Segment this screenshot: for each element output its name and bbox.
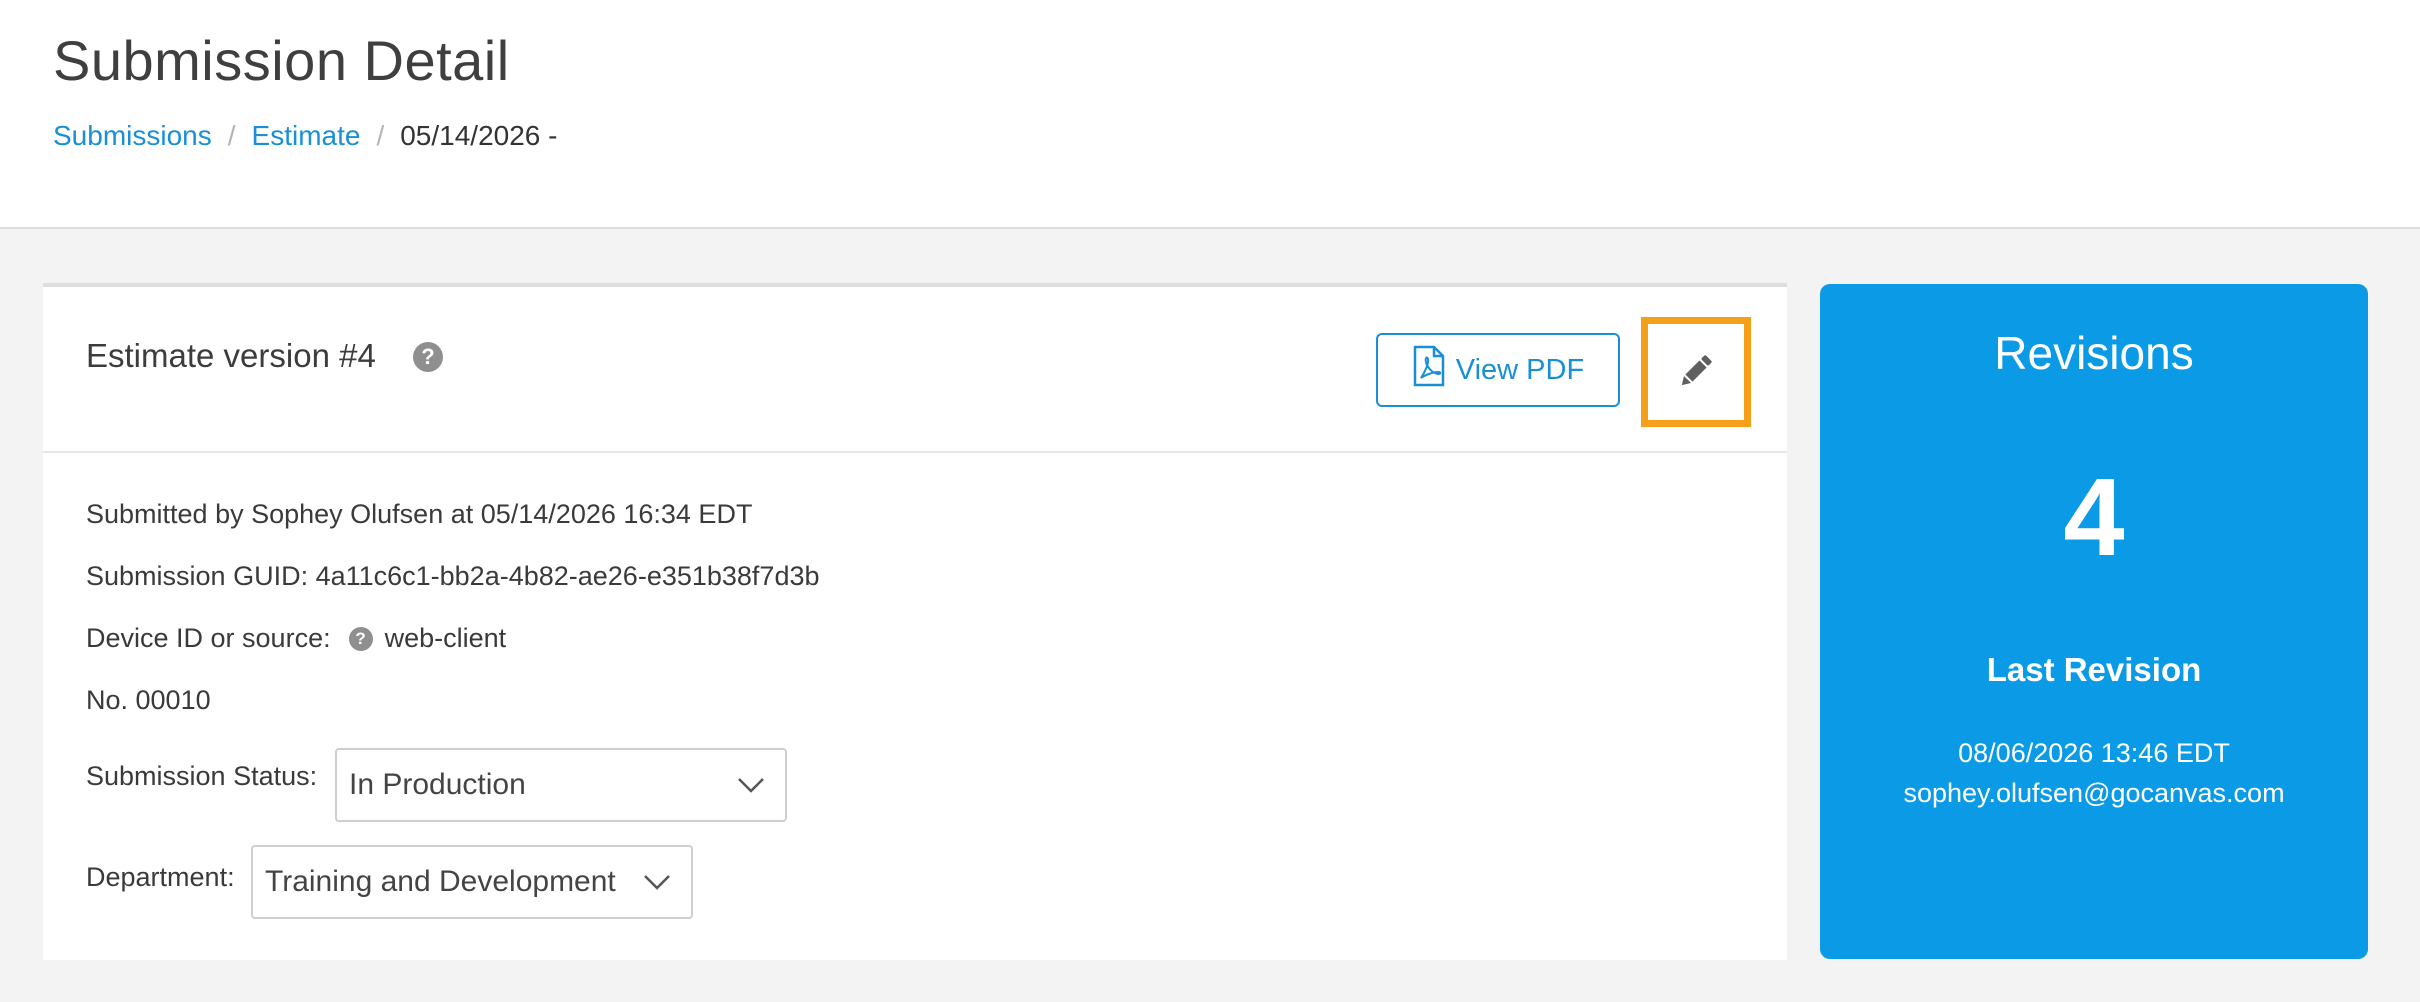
device-source-value: web-client xyxy=(384,623,507,653)
page-header: Submission Detail Submissions / Estimate… xyxy=(0,0,2420,229)
breadcrumb-separator: / xyxy=(376,120,385,151)
submission-card: Estimate version #4 ? View PDF Submitted… xyxy=(43,283,1787,960)
breadcrumb-submissions[interactable]: Submissions xyxy=(53,120,212,152)
view-pdf-label: View PDF xyxy=(1455,353,1585,386)
breadcrumb-separator: / xyxy=(227,120,236,151)
view-pdf-button[interactable]: View PDF xyxy=(1376,333,1620,407)
breadcrumb-current: 05/14/2026 - xyxy=(400,120,558,151)
help-icon[interactable]: ? xyxy=(413,342,443,372)
revisions-title: Revisions xyxy=(1994,327,2194,379)
pencil-icon xyxy=(1675,350,1717,395)
status-select[interactable]: In Production xyxy=(335,748,787,822)
last-revision-label: Last Revision xyxy=(1986,651,2202,688)
card-title: Estimate version #4 xyxy=(86,337,376,374)
revisions-count: 4 xyxy=(2063,456,2125,579)
edit-button[interactable] xyxy=(1641,317,1751,427)
breadcrumb-estimate[interactable]: Estimate xyxy=(252,120,361,152)
department-select-value: Training and Development xyxy=(265,865,616,898)
breadcrumb: Submissions / Estimate / 05/14/2026 - xyxy=(53,120,557,152)
chevron-down-icon xyxy=(643,865,671,899)
card-header: Estimate version #4 ? View PDF xyxy=(43,287,1787,453)
device-source-row: Device ID or source: ? web-client xyxy=(86,623,506,654)
last-revision-user: sophey.olufsen@gocanvas.com xyxy=(1903,778,2285,808)
device-source-label: Device ID or source: xyxy=(86,623,331,653)
submission-number: No. 00010 xyxy=(86,685,211,715)
chevron-down-icon xyxy=(737,768,765,802)
submission-guid-text: Submission GUID: 4a11c6c1-bb2a-4b82-ae26… xyxy=(86,561,820,591)
pdf-file-icon xyxy=(1412,345,1446,395)
department-label: Department: xyxy=(86,862,235,892)
department-select[interactable]: Training and Development xyxy=(251,845,693,919)
submitted-by-text: Submitted by Sophey Olufsen at 05/14/202… xyxy=(86,499,753,529)
status-label: Submission Status: xyxy=(86,761,318,791)
device-help-icon[interactable]: ? xyxy=(348,626,373,651)
status-select-value: In Production xyxy=(349,768,526,801)
revisions-panel: Revisions 4 Last Revision 08/06/2026 13:… xyxy=(1820,284,2368,959)
page-title: Submission Detail xyxy=(53,29,510,92)
last-revision-date: 08/06/2026 13:46 EDT xyxy=(1958,738,2230,768)
